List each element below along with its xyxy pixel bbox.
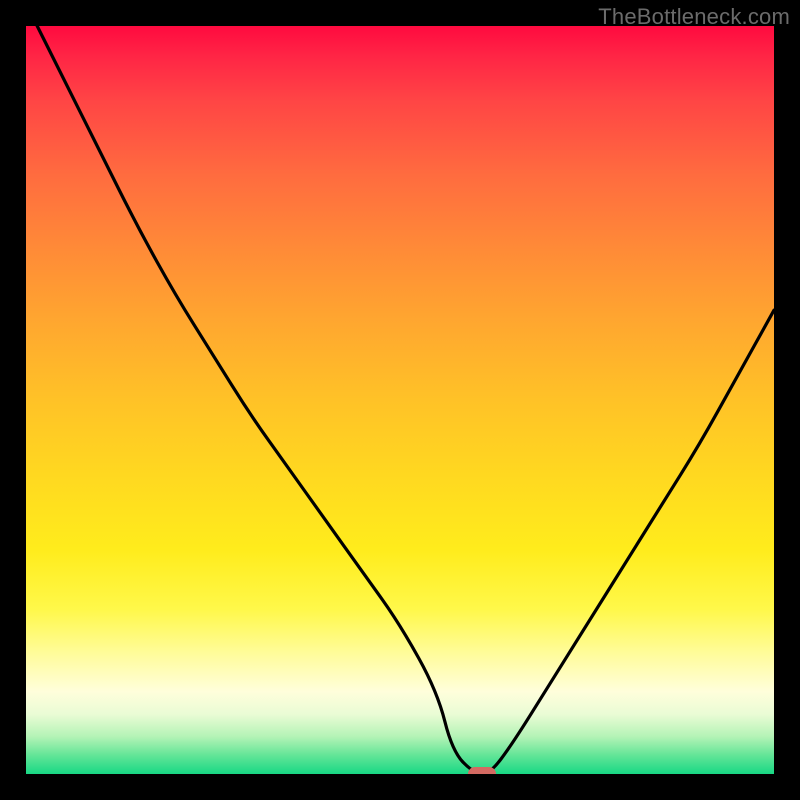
bottleneck-curve (26, 26, 774, 774)
chart-frame: TheBottleneck.com (0, 0, 800, 800)
plot-area (26, 26, 774, 774)
watermark-text: TheBottleneck.com (598, 4, 790, 30)
optimal-point-marker (468, 767, 496, 774)
